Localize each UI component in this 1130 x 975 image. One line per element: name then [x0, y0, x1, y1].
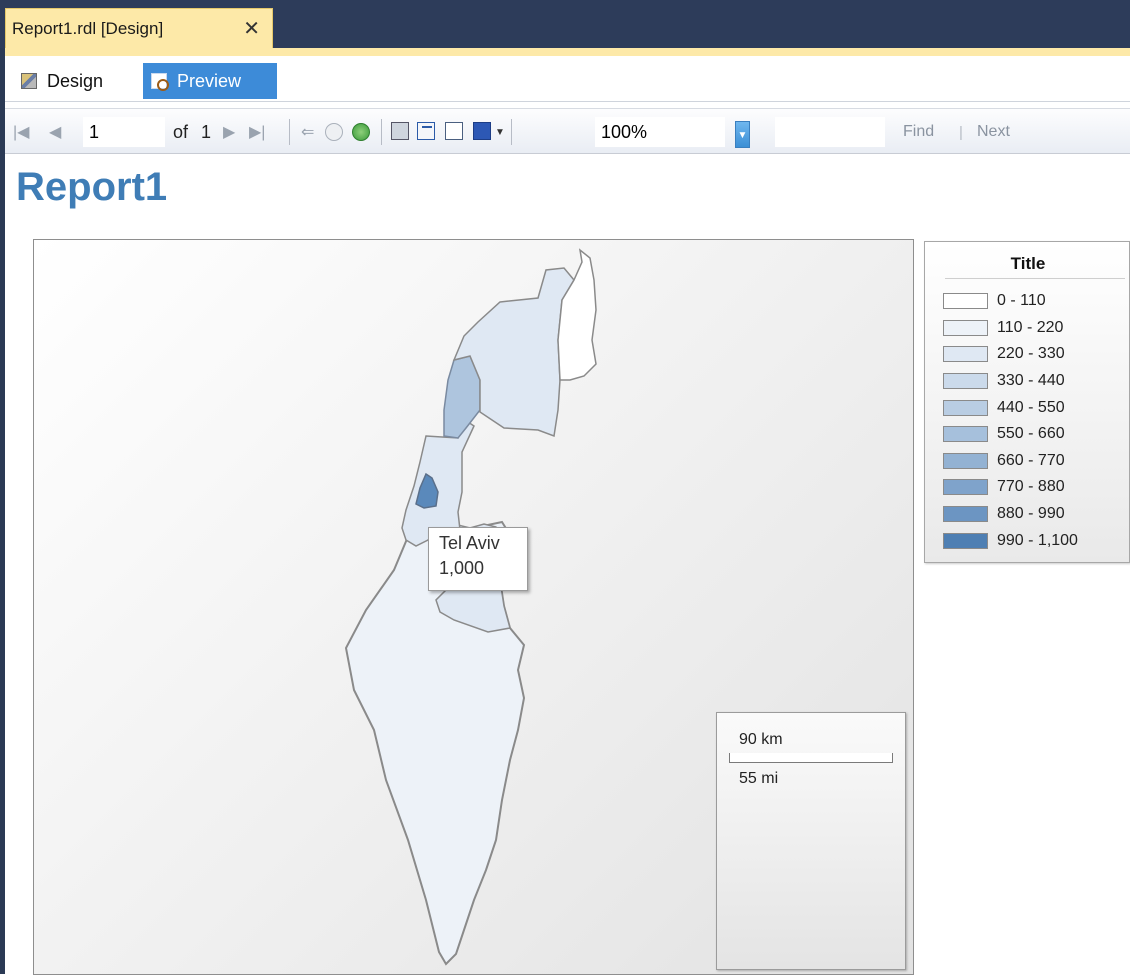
- print-icon[interactable]: [391, 122, 409, 140]
- legend-label: 770 - 880: [997, 478, 1065, 496]
- first-page-icon[interactable]: |◀: [13, 109, 29, 155]
- back-icon[interactable]: ⇐: [301, 109, 314, 155]
- report-viewer-toolbar: |◀ ◀ of 1 ▶ ▶| ⇐ ▼ 100% ▼ Find | Next: [5, 108, 1130, 154]
- legend-swatch: [943, 399, 988, 416]
- find-button[interactable]: Find: [903, 109, 934, 155]
- document-tab-title: Report1.rdl [Design]: [12, 18, 164, 38]
- legend-title: Title: [1010, 254, 1046, 273]
- legend-label: 660 - 770: [997, 451, 1065, 469]
- legend-item: 550 - 660: [943, 421, 1078, 448]
- scale-km-label: 90 km: [739, 731, 783, 748]
- legend-item: 0 - 110: [943, 288, 1078, 315]
- map-tooltip: Tel Aviv 1,000: [428, 527, 528, 591]
- tooltip-value: 1,000: [439, 558, 485, 578]
- legend-swatch: [943, 532, 988, 549]
- legend-label: 440 - 550: [997, 398, 1065, 416]
- tab-design-label: Design: [47, 70, 104, 91]
- document-tab[interactable]: Report1.rdl [Design] ✕: [5, 8, 273, 48]
- legend-swatch: [943, 319, 988, 336]
- page-number-input[interactable]: [83, 117, 165, 147]
- legend-swatch: [943, 506, 988, 523]
- design-icon: [21, 73, 37, 89]
- tab-preview[interactable]: Preview: [143, 63, 277, 99]
- of-label: of: [173, 121, 189, 142]
- toolbar-separator: [511, 119, 512, 145]
- previous-page-icon[interactable]: ◀: [49, 109, 61, 155]
- map-legend: Title 0 - 110 110 - 220 220 - 330 330 - 440…: [924, 241, 1130, 563]
- legend-swatch: [943, 293, 988, 310]
- tab-design[interactable]: Design: [13, 63, 111, 99]
- legend-item: 990 - 1,100: [943, 527, 1078, 554]
- find-input[interactable]: [775, 117, 885, 147]
- legend-item: 770 - 880: [943, 474, 1078, 501]
- tab-accent-strip: [5, 48, 1130, 56]
- scale-mi-label: 55 mi: [739, 770, 779, 787]
- zoom-dropdown-icon[interactable]: ▼: [735, 121, 750, 148]
- total-pages: 1: [201, 121, 212, 142]
- legend-item: 110 - 220: [943, 315, 1078, 342]
- legend-label: 220 - 330: [997, 345, 1065, 363]
- legend-item: 440 - 550: [943, 394, 1078, 421]
- report-title: Report1: [16, 165, 168, 209]
- document-tab-bar: Report1.rdl [Design] ✕: [0, 0, 1130, 48]
- print-layout-icon[interactable]: [417, 122, 435, 140]
- map-viewport[interactable]: 90 km 55 mi: [33, 239, 914, 975]
- last-page-icon[interactable]: ▶|: [249, 109, 265, 155]
- toolbar-separator: [381, 119, 382, 145]
- scale-bar: 90 km 55 mi: [716, 712, 906, 970]
- next-page-icon[interactable]: ▶: [223, 109, 235, 155]
- close-icon[interactable]: ✕: [243, 16, 260, 41]
- legend-label: 990 - 1,100: [997, 531, 1078, 549]
- toolbar-separator: [289, 119, 290, 145]
- legend-item: 330 - 440: [943, 368, 1078, 395]
- legend-label: 110 - 220: [997, 318, 1064, 336]
- legend-label: 550 - 660: [997, 425, 1065, 443]
- export-icon[interactable]: [473, 122, 491, 140]
- legend-list: 0 - 110 110 - 220 220 - 330 330 - 440 440 - …: [943, 288, 1078, 554]
- scale-ruler: [729, 753, 893, 763]
- tab-preview-label: Preview: [177, 70, 242, 91]
- zoom-select[interactable]: 100%: [595, 117, 725, 147]
- legend-swatch: [943, 426, 988, 443]
- find-separator: |: [959, 123, 963, 141]
- legend-swatch: [943, 479, 988, 496]
- legend-label: 0 - 110: [997, 292, 1046, 310]
- preview-icon: [151, 73, 169, 91]
- legend-swatch: [943, 346, 988, 363]
- legend-item: 660 - 770: [943, 448, 1078, 475]
- stop-icon[interactable]: [325, 123, 343, 141]
- legend-swatch: [943, 373, 988, 390]
- legend-swatch: [943, 452, 988, 469]
- tooltip-name: Tel Aviv: [439, 533, 500, 553]
- legend-item: 220 - 330: [943, 341, 1078, 368]
- legend-divider: [945, 278, 1125, 279]
- legend-label: 880 - 990: [997, 505, 1065, 523]
- refresh-icon[interactable]: [352, 123, 370, 141]
- legend-label: 330 - 440: [997, 372, 1065, 390]
- page-setup-icon[interactable]: [445, 122, 463, 140]
- view-toolbar: Design Preview: [5, 56, 1130, 102]
- legend-item: 880 - 990: [943, 501, 1078, 528]
- next-button[interactable]: Next: [977, 109, 1010, 155]
- export-dropdown-icon[interactable]: ▼: [495, 109, 505, 155]
